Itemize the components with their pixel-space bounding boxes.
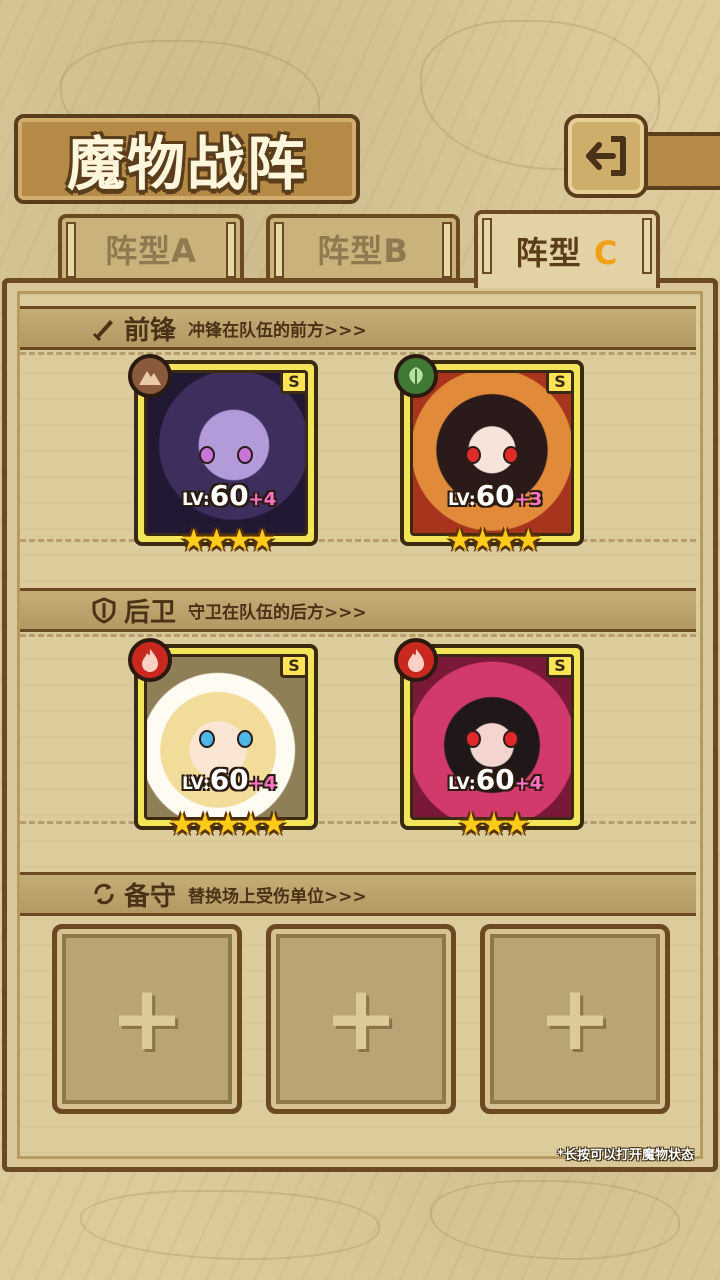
star-rating: ★★★★ (180, 523, 276, 558)
tab-formation-a[interactable]: 阵型A (58, 214, 244, 280)
monster-face (191, 426, 261, 486)
section-front-title: 前锋 (124, 315, 177, 346)
sword-icon (92, 320, 113, 342)
flame-icon (408, 649, 424, 672)
back-button[interactable] (564, 114, 648, 198)
level-label: LV:60+4 (182, 479, 277, 512)
reserve-slot-3[interactable]: + (480, 924, 670, 1114)
section-back-desc: 守卫在队伍的后方>>> (188, 602, 367, 623)
star-rating: ★★★★ (446, 523, 542, 558)
eye (465, 446, 481, 465)
section-back-header: 后卫 守卫在队伍的后方>>> (20, 588, 696, 632)
section-reserve-header: 备守 替换场上受伤单位>>> (20, 872, 696, 916)
star-rating: ★★★★★ (168, 807, 287, 842)
map-contour (80, 1190, 380, 1260)
flame-icon (142, 649, 158, 672)
tab-post (482, 218, 492, 274)
tab-post (66, 222, 76, 278)
monster-card-back-1[interactable]: S LV:60+4 ★★★★★ (128, 638, 318, 842)
tab-post (642, 218, 652, 274)
eye (503, 446, 519, 465)
section-reserve-desc: 替换场上受伤单位>>> (188, 886, 367, 907)
eye (465, 730, 481, 749)
tab-label: 阵型A (105, 232, 197, 270)
monster-card-front-2[interactable]: S LV:60+3 ★★★★ (394, 354, 584, 558)
mountain-icon (139, 371, 161, 385)
eye (199, 730, 215, 749)
tab-post (226, 222, 236, 278)
section-back-title: 后卫 (124, 597, 177, 628)
eye (199, 446, 215, 465)
tab-formation-c[interactable]: 阵型 C (474, 210, 660, 288)
grade-badge: S (280, 370, 308, 394)
tab-formation-b[interactable]: 阵型B (266, 214, 460, 280)
tab-post (274, 222, 284, 278)
tab-label: 阵型B (317, 232, 409, 270)
reserve-slot-2[interactable]: + (266, 924, 456, 1114)
section-front-header: 前锋 冲锋在队伍的前方>>> (20, 306, 696, 350)
swap-icon (94, 883, 114, 905)
shield-icon (92, 597, 116, 624)
back-row-band (20, 634, 696, 824)
monster-card-back-2[interactable]: S LV:60+4 ★★★ (394, 638, 584, 842)
eye (503, 730, 519, 749)
add-icon: + (323, 966, 399, 1071)
monster-face (191, 710, 261, 770)
fire-element-icon (128, 638, 172, 682)
leaf-icon (409, 367, 423, 385)
monster-face (457, 426, 527, 486)
monster-face (457, 710, 527, 770)
map-contour (430, 1180, 680, 1260)
grade-badge: S (546, 370, 574, 394)
add-icon: + (537, 966, 613, 1071)
star-rating: ★★★ (457, 807, 531, 842)
earth-element-icon (128, 354, 172, 398)
level-label: LV:60+4 (182, 763, 277, 796)
tab-post (442, 222, 452, 278)
fire-element-icon (394, 638, 438, 682)
front-row-band (20, 352, 696, 542)
section-front-desc: 冲锋在队伍的前方>>> (188, 320, 367, 341)
level-label: LV:60+4 (448, 763, 543, 796)
section-reserve-title: 备守 (124, 881, 177, 912)
wood-element-icon (394, 354, 438, 398)
reserve-slot-1[interactable]: + (52, 924, 242, 1114)
level-label: LV:60+3 (448, 479, 543, 512)
tab-label: 阵型 C (515, 234, 619, 272)
monster-card-front-1[interactable]: S LV:60+4 ★★★★ (128, 354, 318, 558)
add-icon: + (109, 966, 185, 1071)
long-press-hint: *长按可以打开魔物状态 (557, 1148, 694, 1163)
page-title: 魔物战阵 (66, 130, 307, 198)
back-arrow-icon (586, 136, 626, 176)
eye (237, 446, 253, 465)
page-title-banner: 魔物战阵 (14, 114, 360, 204)
back-button-rail (640, 132, 720, 190)
eye (237, 730, 253, 749)
grade-badge: S (280, 654, 308, 678)
grade-badge: S (546, 654, 574, 678)
